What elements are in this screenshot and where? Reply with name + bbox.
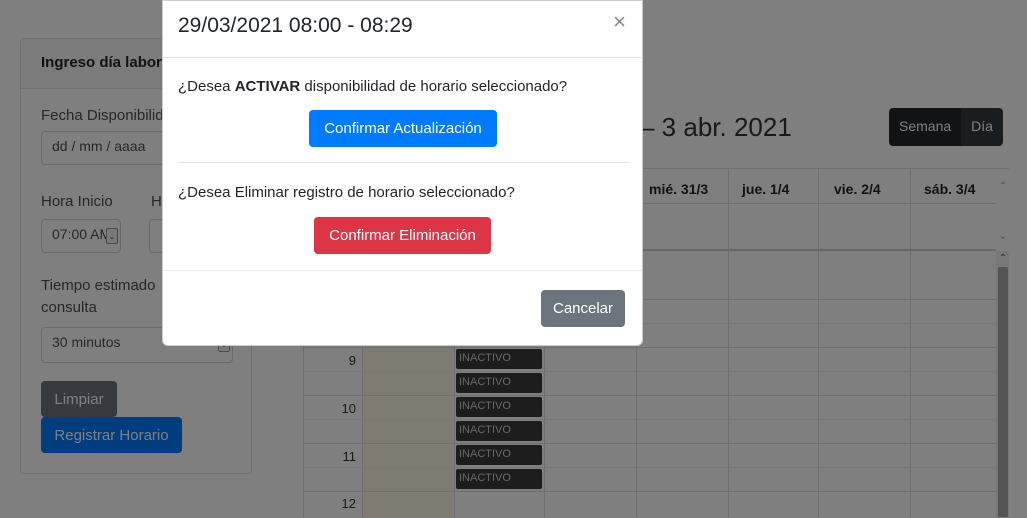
schedule-modal: 29/03/2021 08:00 - 08:29 × ¿Desea ACTIVA… <box>162 0 643 346</box>
modal-footer: Cancelar <box>163 272 642 346</box>
delete-question: ¿Desea Eliminar registro de horario sele… <box>178 184 515 201</box>
close-icon[interactable]: × <box>613 11 626 33</box>
confirm-delete-button[interactable]: Confirmar Eliminación <box>314 217 491 254</box>
cancel-button[interactable]: Cancelar <box>541 290 625 327</box>
activate-keyword: ACTIVAR <box>234 78 301 95</box>
activate-question-suffix: disponibilidad de horario seleccionado? <box>300 78 568 95</box>
modal-divider <box>178 162 629 163</box>
confirm-update-button[interactable]: Confirmar Actualización <box>309 110 497 147</box>
activate-question: ¿Desea ACTIVAR disponibilidad de horario… <box>178 78 567 95</box>
activate-question-prefix: ¿Desea <box>178 78 235 95</box>
modal-body: ¿Desea ACTIVAR disponibilidad de horario… <box>163 58 642 271</box>
modal-header: 29/03/2021 08:00 - 08:29 × <box>163 1 642 58</box>
modal-title: 29/03/2021 08:00 - 08:29 <box>178 14 413 37</box>
